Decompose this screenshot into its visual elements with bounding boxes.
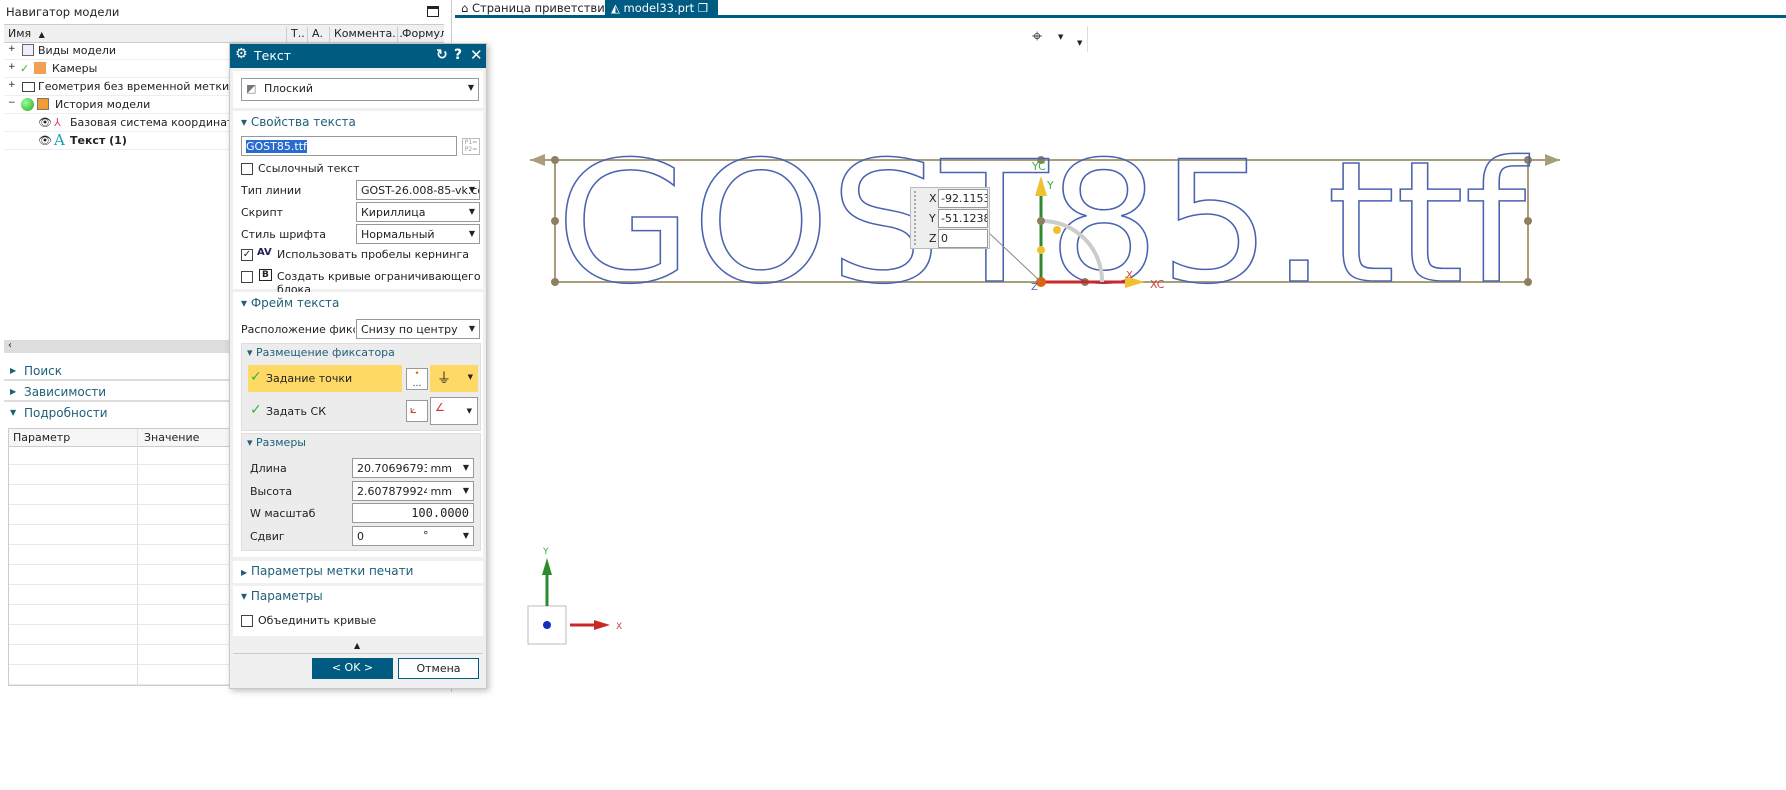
z-axis-dot — [543, 621, 551, 629]
document-tabs: ⌂ Страница приветствия ◭ model33.prt ❐ ✕ — [455, 0, 1786, 29]
triad-x-arrow — [594, 620, 610, 630]
column-comment[interactable]: Коммента... — [329, 27, 403, 43]
frame-left-arrow-handle[interactable] — [530, 154, 545, 166]
join-curves-checkbox[interactable] — [241, 615, 253, 627]
csys-icon: ⟀ — [410, 403, 417, 416]
part-icon: ◭ — [611, 1, 620, 15]
anchor-location-select[interactable]: Снизу по центру ▼ — [356, 319, 480, 339]
restore-icon[interactable]: ❐ — [698, 1, 708, 15]
tab-model33[interactable]: ◭ model33.prt ❐ ✕ — [605, 0, 718, 29]
kerning-icon: AV — [257, 247, 272, 258]
dimensions-header[interactable]: ▾ Размеры — [247, 436, 306, 449]
frame-right-arrow-handle[interactable] — [1545, 154, 1560, 166]
point-type-dropdown[interactable]: ⏚ ▼ — [430, 365, 478, 392]
text-list-icon[interactable]: P1= P2= — [462, 138, 480, 155]
text-input[interactable]: GOST85.ttf — [241, 136, 457, 156]
check-icon: ✓ — [20, 62, 30, 75]
height-input[interactable]: 2.6078799249 mm▼ — [352, 481, 474, 501]
cameras-icon — [34, 62, 46, 74]
settings-group: ▾ Параметры Объединить кривые — [233, 586, 483, 636]
planar-icon: ◩ — [246, 82, 257, 95]
text-frame-header[interactable]: ▾ Фрейм текста — [241, 296, 339, 310]
check-icon: ✓ — [250, 402, 262, 418]
graphics-viewport[interactable]: GOST85.ttf YC Y XC X Z Y X — [455, 21, 1786, 790]
column-parameter: Параметр — [13, 431, 71, 444]
bounding-box-icon: B — [259, 269, 272, 281]
maximize-icon[interactable] — [427, 6, 439, 17]
print-mark-group[interactable]: ▶ Параметры метки печати — [233, 561, 483, 583]
column-type[interactable]: Т.. — [286, 27, 305, 43]
help-icon[interactable]: ? — [454, 47, 462, 63]
anchor-placement-group: ▾ Размещение фиксатора ✓ Задание точки •…… — [241, 343, 481, 431]
length-input[interactable]: 20.706967930 mm▼ — [352, 458, 474, 478]
ok-button[interactable]: < OK > — [312, 658, 393, 679]
eye-icon[interactable]: 👁 — [38, 134, 52, 147]
csys-dialog-button[interactable]: ⟀ — [406, 400, 428, 422]
y-label: Y — [1046, 179, 1054, 192]
dialog-title: Текст — [254, 48, 292, 63]
csys-type-dropdown[interactable]: ∠ ▼ — [430, 397, 478, 425]
cancel-button[interactable]: Отмена — [398, 658, 479, 679]
w-scale-input[interactable]: 100.0000 — [352, 503, 474, 523]
specify-csys-row[interactable]: ✓ Задать СК — [248, 398, 402, 425]
home-icon: ⌂ — [461, 1, 469, 15]
triad-y-arrow — [542, 558, 552, 575]
eye-icon[interactable]: 👁 — [38, 116, 52, 129]
dialog-titlebar[interactable]: ⚙ Текст ↻ ? ✕ — [230, 44, 486, 68]
model-views-icon — [22, 44, 34, 56]
type-select[interactable]: ◩ Плоский ▼ — [241, 78, 479, 101]
bounding-box-checkbox[interactable] — [241, 271, 253, 283]
line-type-select[interactable]: GOST-26.008-85-vk.co ▼ — [356, 180, 480, 200]
close-icon[interactable]: ✕ — [470, 46, 483, 64]
collapse-arrow-icon[interactable]: ▲ — [354, 641, 360, 650]
yc-label: YC — [1031, 160, 1046, 173]
specify-point-row[interactable]: ✓ Задание точки — [248, 365, 402, 392]
triad-y-label: Y — [542, 547, 549, 557]
xc-label: XC — [1150, 278, 1165, 291]
anchor-placement-header[interactable]: ▾ Размещение фиксатора — [247, 346, 395, 359]
script-select[interactable]: Кириллица ▼ — [356, 202, 480, 222]
navigator-column-header: Имя ▲ Т.. А. Коммента... Формула — [4, 24, 444, 43]
column-formula[interactable]: Формула — [397, 27, 444, 43]
point-dialog-button[interactable]: •… — [406, 368, 428, 390]
check-icon: ✓ — [250, 369, 262, 385]
z-coordinate-input[interactable]: 0 — [938, 229, 988, 248]
navigator-title: Навигатор модели — [6, 5, 120, 19]
datum-csys-icon: ⅄ — [54, 116, 61, 129]
x-label: X — [1126, 270, 1133, 281]
history-icon — [37, 98, 49, 110]
folder-icon — [22, 82, 35, 92]
x-coordinate-input[interactable]: -92.11536 — [938, 189, 988, 208]
gear-icon: ⚙ — [235, 46, 248, 62]
coordinate-input-box: X-92.11536 Y-51.12383 Z0 — [910, 187, 990, 249]
column-a[interactable]: А. — [307, 27, 323, 43]
z-label: Z — [1031, 282, 1038, 293]
drag-handle[interactable] — [914, 191, 918, 245]
status-green-icon — [21, 98, 34, 111]
tab-welcome[interactable]: ⌂ Страница приветствия — [455, 0, 618, 17]
text-dialog: ⚙ Текст ↻ ? ✕ ◩ Плоский ▼ ▾ Свойства текст… — [229, 43, 487, 689]
text-feature-icon: A — [54, 131, 65, 149]
triad-x-label: X — [616, 622, 622, 632]
column-name[interactable]: Имя ▲ — [4, 27, 45, 43]
settings-header[interactable]: ▾ Параметры — [241, 589, 323, 603]
text-properties-group: ▾ Свойства текста GOST85.ttf P1= P2= Ссыл… — [233, 111, 483, 296]
y-coordinate-input[interactable]: -51.12383 — [938, 209, 988, 228]
point-inferred-icon: ⏚ — [437, 371, 451, 387]
kerning-checkbox[interactable]: ✓ — [241, 249, 253, 261]
font-style-select[interactable]: Нормальный ▼ — [356, 224, 480, 244]
text-properties-header[interactable]: ▾ Свойства текста — [241, 115, 356, 129]
reference-text-checkbox[interactable] — [241, 163, 253, 175]
csys-axes-icon: ∠ — [435, 401, 445, 414]
shear-input[interactable]: 0 ° ▼ — [352, 526, 474, 546]
reset-icon[interactable]: ↻ — [436, 47, 448, 63]
text-frame-group: ▾ Фрейм текста Расположение фиксатора Сн… — [233, 292, 483, 557]
dimensions-group: ▾ Размеры Длина 20.706967930 mm▼ Высота … — [241, 433, 481, 551]
